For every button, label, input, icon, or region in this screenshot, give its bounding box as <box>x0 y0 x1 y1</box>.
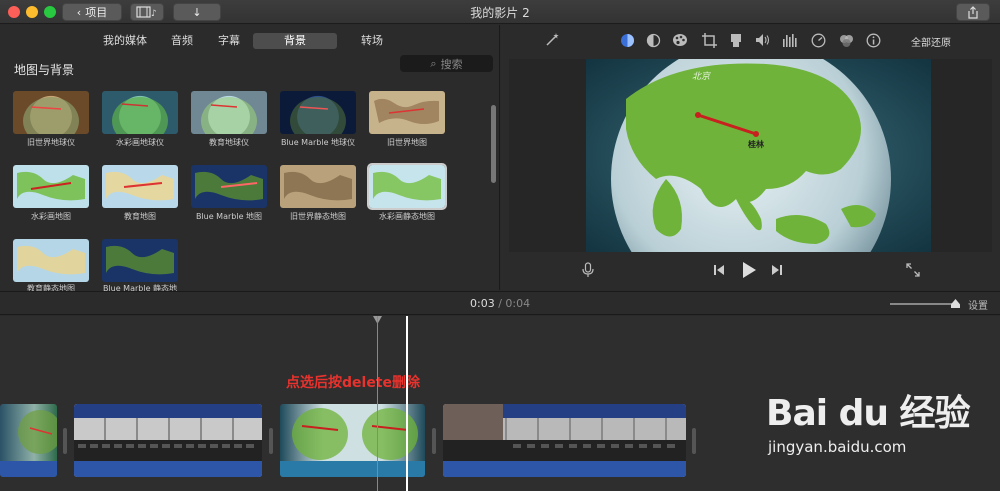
microphone-icon[interactable] <box>582 262 594 282</box>
timeline-settings-button[interactable]: 设置 <box>968 297 988 312</box>
thumbnail-edu-globe[interactable] <box>191 91 267 134</box>
map-thumb-art <box>106 171 174 201</box>
map-thumb-art <box>374 98 439 124</box>
title-bar: ‹ 项目 ♪ ↓ 我的影片 2 <box>0 0 1000 24</box>
instruction-annotation: 点选后按delete删除 <box>286 375 420 391</box>
skimmer-line <box>377 316 378 491</box>
thumbnail-old-globe[interactable] <box>13 91 89 134</box>
map-thumb-art <box>373 171 441 201</box>
globe-thumb-art <box>112 97 168 134</box>
timeline-toolbar: 0:03 / 0:04 设置 <box>0 291 1000 315</box>
viewer-panel: 全部还原 北京 桂林 <box>501 25 1000 290</box>
total-time: 0:04 <box>505 297 531 310</box>
thumbnail-label: 水彩画静态地图 <box>379 212 435 221</box>
timeline-clip-laptop-1[interactable] <box>74 404 262 477</box>
clip-audio-track <box>443 461 686 477</box>
map-thumb-art <box>17 245 85 275</box>
timeline-clip-globe-1[interactable] <box>0 404 57 477</box>
thumbnail-old-map[interactable] <box>369 91 445 134</box>
tab-transitions[interactable]: 转场 <box>350 33 394 49</box>
speed-gauge-icon[interactable] <box>809 31 827 49</box>
thumbnail-old-static-map[interactable] <box>280 165 356 208</box>
reset-all-button[interactable]: 全部还原 <box>911 34 951 49</box>
color-balance-icon[interactable] <box>618 31 636 49</box>
clip-thumb-art <box>18 410 57 454</box>
watermark-logo: Bai du 经验 <box>766 393 971 434</box>
browser-scrollbar[interactable] <box>491 105 496 183</box>
globe-preview-art <box>586 59 931 252</box>
map-city-label: 桂林 <box>748 140 764 149</box>
clip-transition-handle[interactable] <box>269 428 273 454</box>
search-field[interactable]: ⌕ 搜索 <box>400 55 493 72</box>
clip-transition-handle[interactable] <box>432 428 436 454</box>
timecode: 0:03 / 0:04 <box>470 297 530 310</box>
time-separator: / <box>498 297 502 310</box>
fullscreen-icon[interactable] <box>906 263 920 281</box>
watermark-url: jingyan.baidu.com <box>768 438 907 456</box>
skip-back-icon[interactable] <box>713 264 725 280</box>
map-thumb-art <box>17 171 85 201</box>
tab-backgrounds[interactable]: 背景 <box>253 33 337 49</box>
share-button[interactable] <box>956 3 990 21</box>
color-correction-icon[interactable] <box>644 31 662 49</box>
clip-transition-handle[interactable] <box>692 428 696 454</box>
volume-icon[interactable] <box>754 31 772 49</box>
globe-thumb-art <box>290 97 346 134</box>
thumbnail-watercolor-static-map[interactable] <box>367 163 447 210</box>
map-thumb-art <box>195 171 263 201</box>
clip-audio-track <box>0 461 57 477</box>
palette-icon[interactable] <box>671 31 689 49</box>
clip-audio-track <box>280 461 425 477</box>
timeline[interactable]: 点选后按delete删除 Bai du 经验 jingyan.baidu.com <box>0 316 1000 491</box>
globe-thumb-art <box>23 97 79 134</box>
search-placeholder: 搜索 <box>440 57 463 71</box>
thumbnail-edu-static-map[interactable] <box>13 239 89 282</box>
thumbnail-label: 旧世界地图 <box>387 138 427 147</box>
equalizer-icon[interactable] <box>781 31 799 49</box>
map-thumb-art <box>106 245 174 275</box>
globe-thumb-art <box>201 97 257 134</box>
thumbnail-marble-static-map[interactable] <box>102 239 178 282</box>
filter-effects-icon[interactable] <box>837 31 855 49</box>
zoom-slider-knob[interactable] <box>951 299 960 308</box>
thumbnail-watercolor-map[interactable] <box>13 165 89 208</box>
crop-icon[interactable] <box>700 31 718 49</box>
thumbnail-watercolor-globe[interactable] <box>102 91 178 134</box>
timeline-clip-globe-2[interactable] <box>280 404 425 477</box>
clip-audio-track <box>74 461 262 477</box>
clip-thumb-art <box>74 404 262 461</box>
clip-thumb-art <box>443 404 686 461</box>
baidu-watermark: Bai du 经验 jingyan.baidu.com <box>766 384 971 456</box>
clip-thumb-art <box>292 408 418 460</box>
zoom-slider-track[interactable] <box>890 303 955 305</box>
window-title: 我的影片 2 <box>470 6 530 20</box>
clip-transition-handle[interactable] <box>63 428 67 454</box>
content-browser: 我的媒体 音频 字幕 背景 转场 地图与背景 ⌕ 搜索 旧世界地球仪 水彩画地球… <box>0 25 500 293</box>
search-icon: ⌕ <box>430 56 437 70</box>
tab-titles[interactable]: 字幕 <box>207 33 251 49</box>
thumbnail-edu-map[interactable] <box>102 165 178 208</box>
timeline-clip-laptop-2[interactable] <box>443 404 686 477</box>
thumbnail-marble-map[interactable] <box>191 165 267 208</box>
stabilization-camera-icon[interactable] <box>727 31 745 49</box>
browser-tabs: 我的媒体 音频 字幕 背景 转场 <box>0 31 500 51</box>
playhead[interactable] <box>406 316 408 491</box>
map-region-label: 北京 <box>692 72 711 82</box>
video-viewer: 北京 桂林 <box>509 59 992 252</box>
map-thumb-art <box>284 171 352 201</box>
skip-forward-icon[interactable] <box>771 264 783 280</box>
video-preview[interactable]: 北京 桂林 <box>586 59 931 252</box>
thumbnail-marble-globe[interactable] <box>280 91 356 134</box>
section-title: 地图与背景 <box>14 63 75 77</box>
play-icon[interactable] <box>741 261 757 283</box>
info-icon[interactable] <box>864 31 882 49</box>
current-time: 0:03 <box>470 297 495 310</box>
share-icon <box>968 5 978 19</box>
tab-my-media[interactable]: 我的媒体 <box>98 33 152 49</box>
magic-wand-icon[interactable] <box>543 31 561 49</box>
tab-audio[interactable]: 音频 <box>160 33 204 49</box>
